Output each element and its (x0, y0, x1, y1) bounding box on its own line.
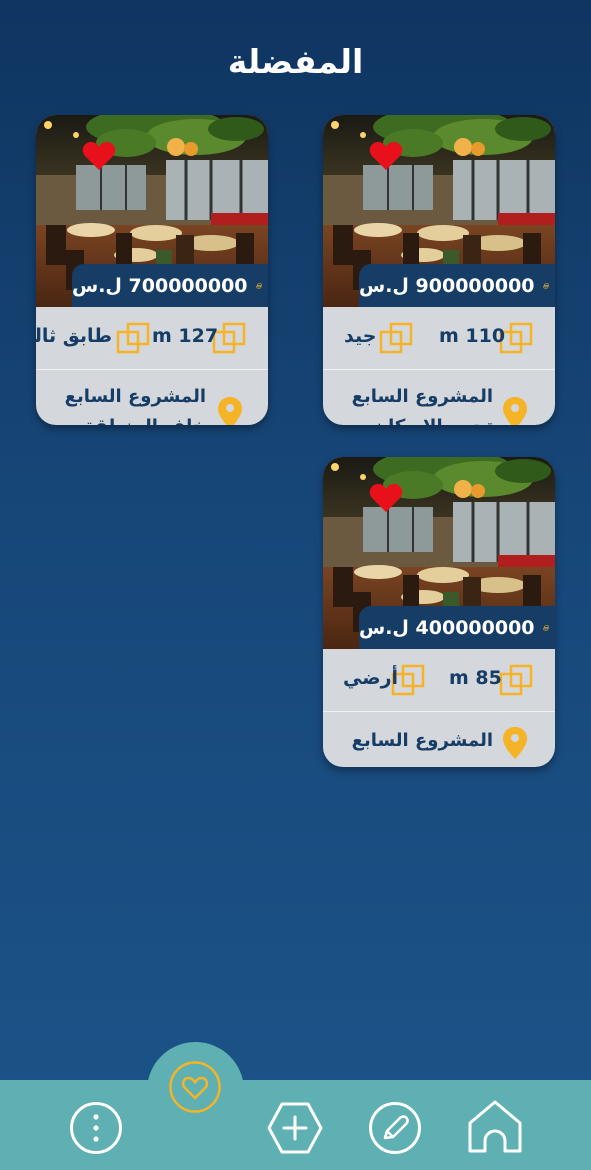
attribute-text: أرضي (343, 667, 399, 689)
property-card[interactable]: 900000000 ل.س m 110 جيد المشروع السابع ت… (323, 115, 555, 425)
favorite-heart-icon[interactable] (369, 483, 403, 513)
location-row: المشروع السابع (323, 712, 555, 767)
attribute-text: طابق ثالث (36, 325, 112, 347)
price-text: 400000000 ل.س (359, 616, 535, 639)
favorite-heart-icon[interactable] (82, 141, 116, 171)
area-icon (499, 664, 533, 696)
location-row: المشروع السابع خلف المنطقة (36, 370, 268, 425)
area-text: m 110 (439, 325, 506, 347)
location-pin-icon (503, 397, 527, 425)
property-card[interactable]: 700000000 ل.س m 127 طابق ثالث المشروع ال… (36, 115, 268, 425)
area-text: m 85 (449, 667, 502, 689)
price-text: 900000000 ل.س (359, 274, 535, 297)
location-line1: المشروع السابع (64, 386, 206, 407)
location-line1: المشروع السابع (351, 386, 493, 407)
floor-type-icon (379, 322, 413, 354)
specs-row: m 85 أرضي (323, 649, 555, 712)
location-line2: تجمع الإسكان (373, 412, 493, 425)
area-text: m 127 (152, 325, 219, 347)
location-pin-icon (503, 727, 527, 759)
price-strip: 700000000 ل.س (72, 264, 268, 307)
price-strip: 900000000 ل.س (359, 264, 555, 307)
edit-pencil-icon[interactable] (368, 1101, 422, 1159)
price-strip: 400000000 ل.س (359, 606, 555, 649)
property-card[interactable]: 400000000 ل.س m 85 أرضي المشروع السابع (323, 457, 555, 767)
coins-icon (542, 624, 549, 631)
more-icon[interactable] (69, 1101, 123, 1159)
floor-type-icon (116, 322, 150, 354)
coins-icon (542, 282, 549, 289)
location-pin-icon (218, 397, 242, 425)
favorite-heart-icon[interactable] (369, 141, 403, 171)
coins-icon (255, 282, 262, 289)
specs-row: m 110 جيد (323, 307, 555, 370)
page-title: المفضلة (227, 42, 364, 81)
favorites-heart-icon[interactable] (168, 1060, 222, 1118)
location-row: المشروع السابع تجمع الإسكان (323, 370, 555, 425)
specs-row: m 127 طابق ثالث (36, 307, 268, 370)
add-hexagon-icon[interactable] (267, 1100, 323, 1160)
home-icon[interactable] (467, 1099, 523, 1159)
location-line1: المشروع السابع (351, 730, 493, 751)
location-line2: خلف المنطقة (84, 412, 206, 425)
attribute-text: جيد (344, 325, 377, 347)
price-text: 700000000 ل.س (72, 274, 248, 297)
